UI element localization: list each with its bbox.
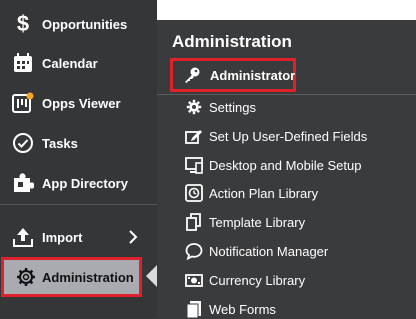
- top-bar: [157, 0, 416, 20]
- menu-item-label: Settings: [209, 99, 256, 115]
- menu-item-label: Action Plan Library: [209, 185, 319, 201]
- sidebar-item-administration[interactable]: Administration: [4, 260, 139, 294]
- sidebar-item-calendar[interactable]: Calendar: [0, 43, 157, 83]
- sidebar-item-opps-viewer[interactable]: Opps Viewer: [0, 83, 157, 123]
- sidebar-divider: [0, 204, 157, 205]
- menu-item-label: Set Up User-Defined Fields: [209, 128, 368, 144]
- menu-item-notification-manager[interactable]: Notification Manager: [185, 241, 328, 261]
- copy-icon: [185, 213, 203, 231]
- sidebar-item-tasks[interactable]: Tasks: [0, 123, 157, 163]
- chat-bubble-icon: [185, 242, 203, 260]
- sidebar-item-label: Import: [42, 229, 83, 245]
- devices-icon: [185, 156, 203, 174]
- administration-flyout: Administration Administrator Settings Se…: [157, 20, 416, 318]
- flyout-pointer: [146, 265, 157, 287]
- key-icon: [183, 66, 201, 84]
- menu-item-label: Template Library: [209, 214, 306, 230]
- sidebar-item-label: Administration: [42, 269, 134, 285]
- menu-item-template-library[interactable]: Template Library: [185, 212, 305, 232]
- sidebar-item-opportunities[interactable]: $ Opportunities: [0, 4, 157, 44]
- left-sidebar: $ Opportunities Calendar Opps Viewer Tas…: [0, 0, 157, 318]
- sidebar-item-import[interactable]: Import: [0, 217, 157, 257]
- gear-icon: [14, 265, 38, 289]
- sidebar-item-label: Calendar: [42, 55, 98, 71]
- menu-item-label: Desktop and Mobile Setup: [209, 157, 362, 173]
- opps-viewer-icon: [11, 91, 35, 115]
- gear-icon: [185, 98, 203, 116]
- menu-item-administrator[interactable]: Administrator: [173, 61, 296, 89]
- sidebar-item-label: Opportunities: [42, 16, 128, 32]
- menu-item-label: Currency Library: [209, 272, 306, 288]
- chevron-right-icon: [126, 230, 140, 244]
- puzzle-icon: [11, 171, 35, 195]
- edit-fields-icon: [185, 127, 203, 145]
- sidebar-item-label: Tasks: [42, 135, 78, 151]
- sidebar-item-label: Opps Viewer: [42, 95, 121, 111]
- menu-item-action-plan-library[interactable]: Action Plan Library: [185, 183, 318, 203]
- check-circle-icon: [11, 131, 35, 155]
- menu-item-label: Web Forms: [209, 301, 276, 317]
- clock-icon: [185, 184, 203, 202]
- menu-item-label: Administrator: [210, 67, 296, 83]
- sidebar-item-app-directory[interactable]: App Directory: [0, 163, 157, 203]
- calendar-icon: [11, 51, 35, 75]
- menu-item-desktop-and-mobile-setup[interactable]: Desktop and Mobile Setup: [185, 155, 361, 175]
- menu-item-set-up-user-defined-fields[interactable]: Set Up User-Defined Fields: [185, 126, 367, 146]
- sidebar-item-label: App Directory: [42, 175, 128, 191]
- flyout-title: Administration: [172, 32, 292, 51]
- flyout-divider: [157, 94, 416, 95]
- web-forms-icon: [185, 300, 203, 318]
- menu-item-web-forms[interactable]: Web Forms: [185, 299, 276, 319]
- dollar-icon: $: [16, 11, 30, 36]
- menu-item-settings[interactable]: Settings: [185, 97, 256, 117]
- currency-icon: [185, 271, 203, 289]
- menu-item-currency-library[interactable]: Currency Library: [185, 270, 305, 290]
- upload-icon: [11, 225, 35, 249]
- menu-item-label: Notification Manager: [209, 243, 329, 259]
